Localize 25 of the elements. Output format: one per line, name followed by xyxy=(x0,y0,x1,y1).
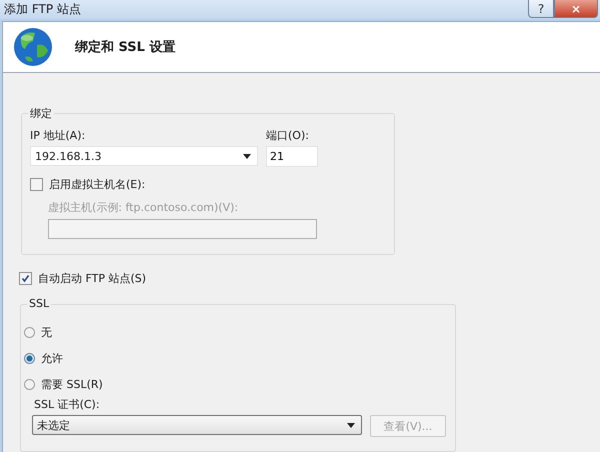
field-label: SSL 证书(C): xyxy=(34,397,101,412)
help-button[interactable]: ? xyxy=(528,0,554,18)
field-label: IP 地址(A): xyxy=(30,128,86,143)
checkbox[interactable] xyxy=(30,178,43,191)
caret-icon xyxy=(347,422,355,428)
group-label: 绑定 xyxy=(28,106,54,121)
checkbox-label: 启用虚拟主机名(E): xyxy=(49,177,146,192)
radio-label: 无 xyxy=(41,324,52,340)
radio-label: 允许 xyxy=(41,350,63,366)
page-heading: 绑定和 SSL 设置 xyxy=(75,38,176,56)
certificate-dropdown[interactable]: 未选定 xyxy=(32,415,362,435)
radio-button[interactable] xyxy=(24,326,35,338)
caret-icon xyxy=(243,154,251,158)
group-label: SSL xyxy=(27,297,52,310)
port-field[interactable]: 21 xyxy=(266,146,318,167)
window-title: 添加 FTP 站点 xyxy=(4,1,81,18)
radio-label: 需要 SSL(R) xyxy=(41,376,103,392)
radio-button[interactable] xyxy=(24,378,35,390)
globe-icon xyxy=(13,27,53,68)
field-label: 虚拟主机(示例: ftp.contoso.com)(V): xyxy=(48,200,240,215)
checkbox[interactable] xyxy=(19,272,32,285)
field-label: 端口(O): xyxy=(266,128,310,143)
checkbox-label: 自动启动 FTP 站点(S) xyxy=(38,271,146,286)
radio-button[interactable] xyxy=(24,352,35,364)
ip-address-dropdown[interactable]: 192.168.1.3 xyxy=(30,146,258,166)
